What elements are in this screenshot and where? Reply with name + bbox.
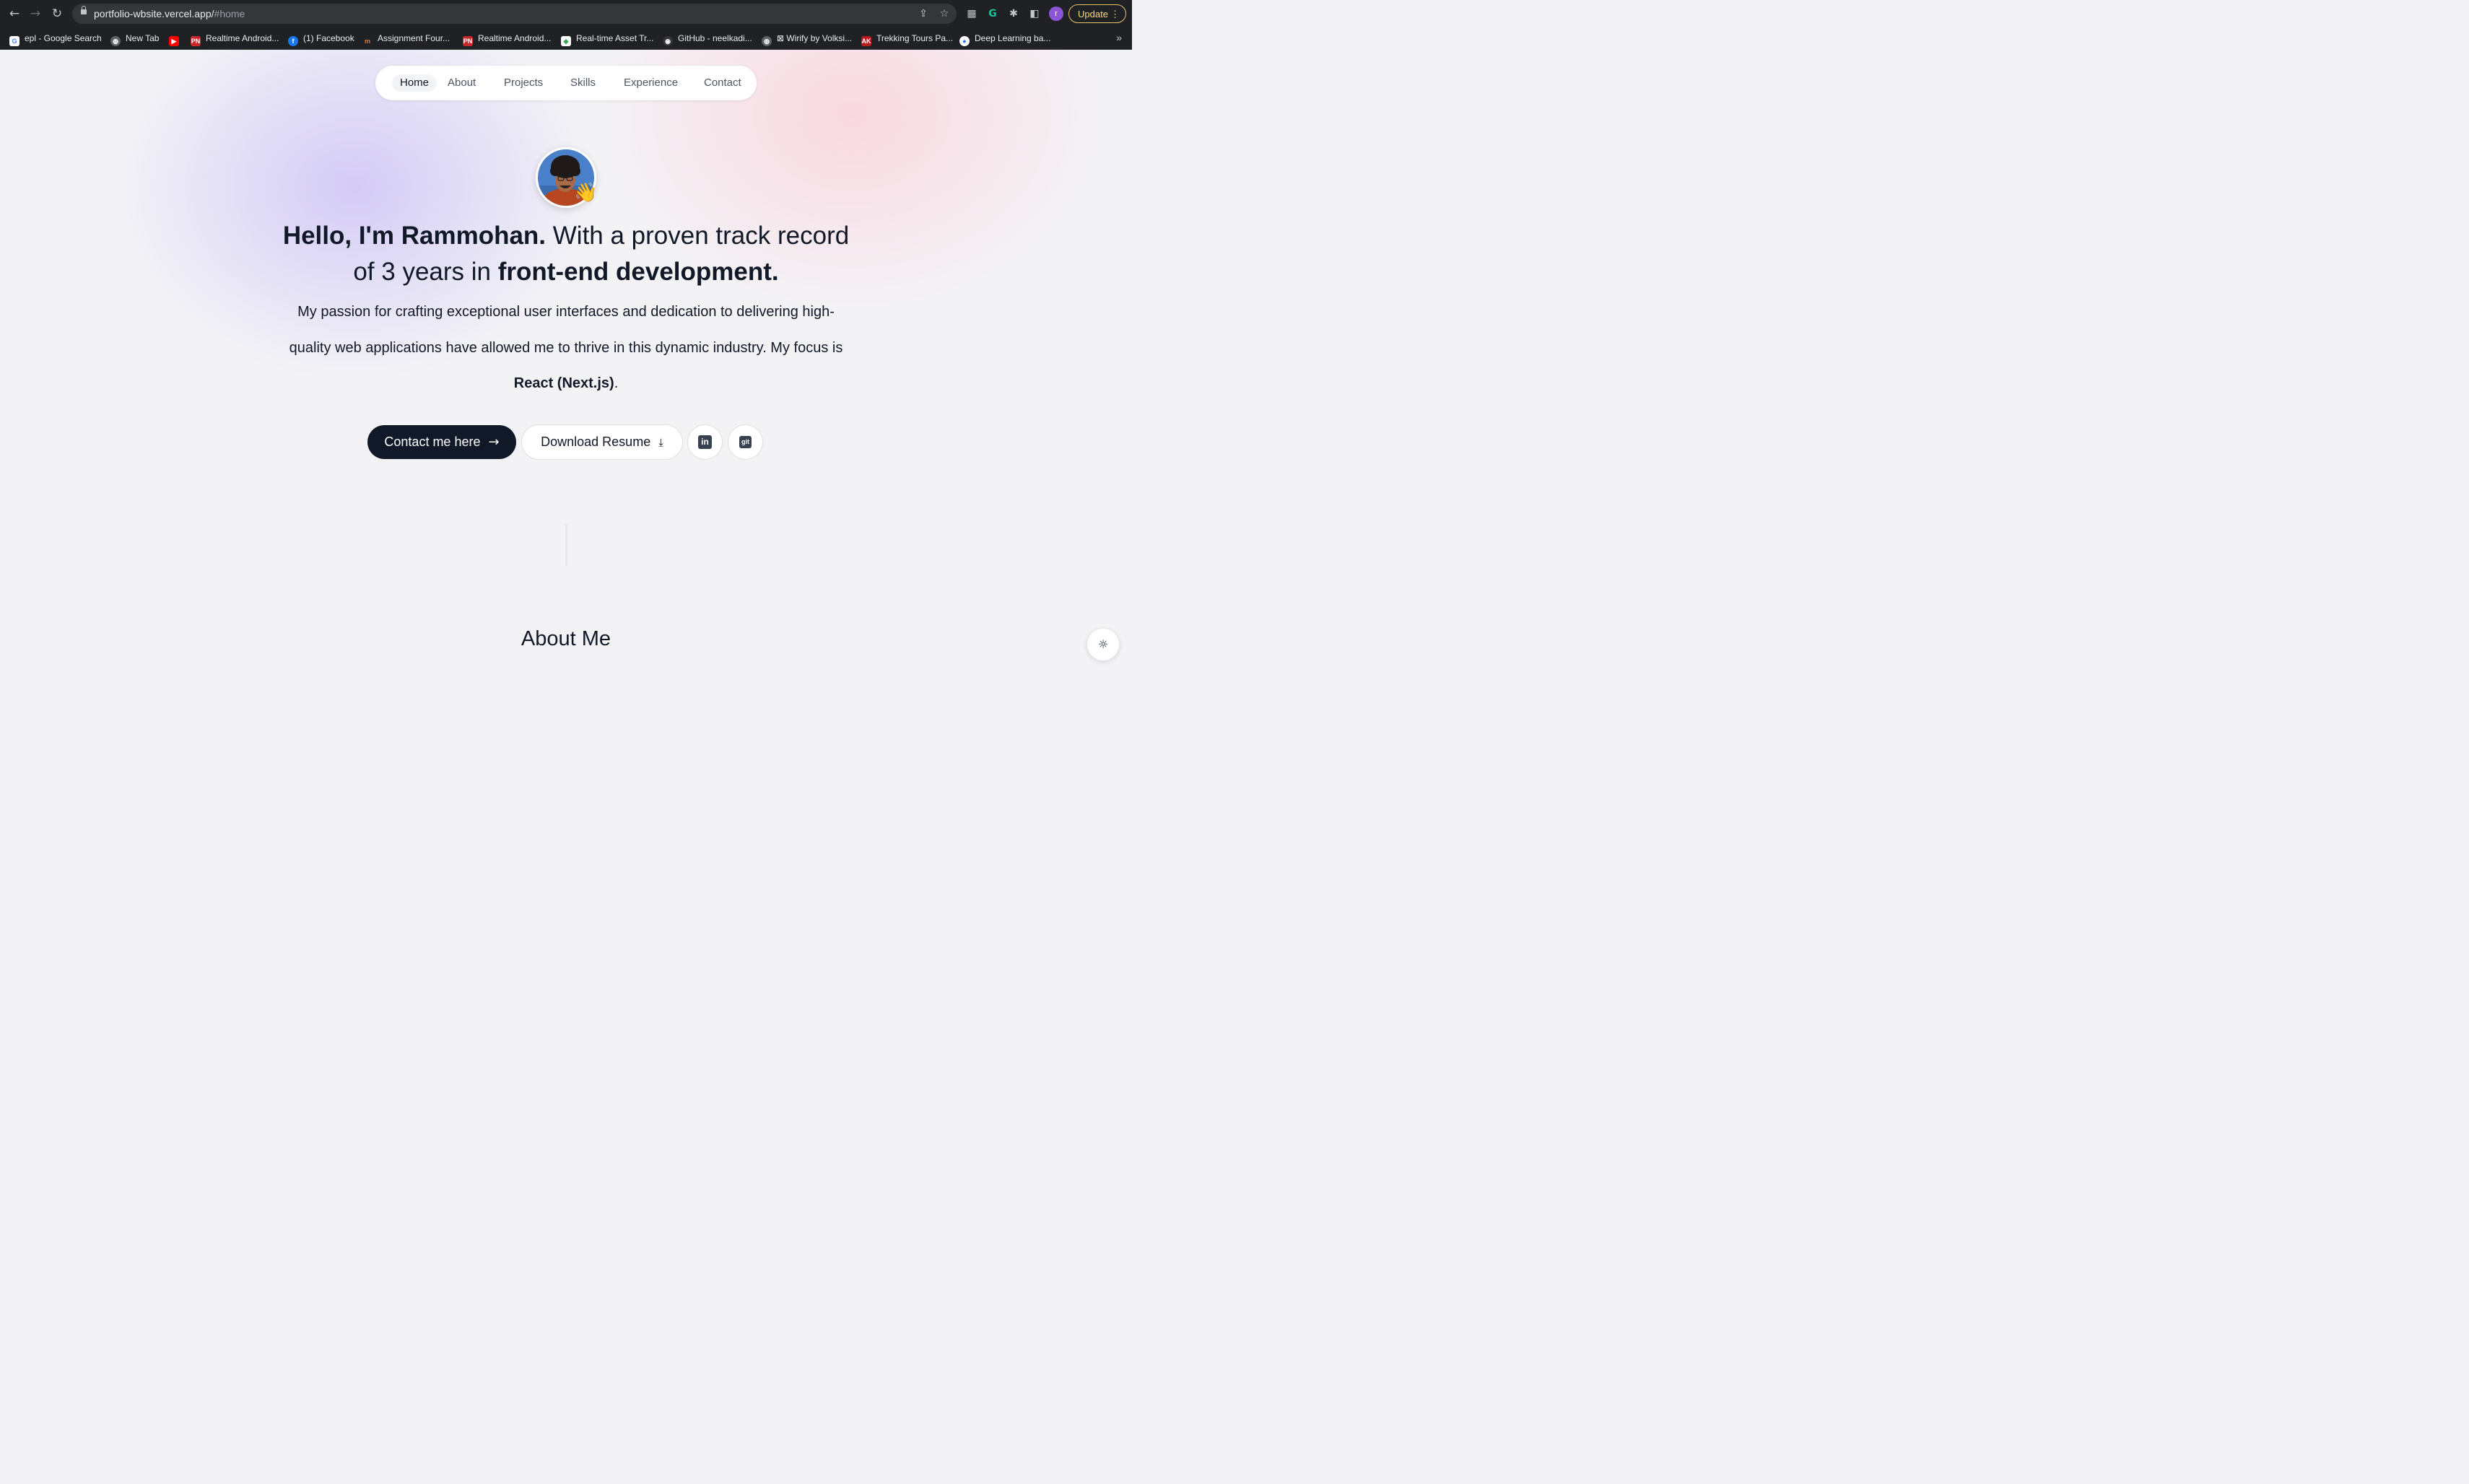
headline-emphasis: front-end development.: [497, 258, 779, 286]
bookmark-item[interactable]: ◍ New Tab: [110, 32, 160, 46]
share-icon[interactable]: ⇪: [917, 7, 930, 20]
back-icon[interactable]: ←: [6, 6, 22, 22]
google-icon: G: [9, 36, 19, 46]
description-text: My passion for crafting exceptional user…: [289, 304, 843, 356]
address-bar[interactable]: portfolio-wbsite.vercel.app/#home ⇪ ☆: [72, 4, 957, 24]
bookmark-item[interactable]: PN Realtime Android...: [463, 32, 552, 46]
git-icon: git: [739, 436, 752, 448]
nav-about[interactable]: About: [448, 74, 476, 92]
bookmark-label: Deep Learning ba...: [975, 33, 1051, 43]
bookmark-label: GitHub - neelkadi...: [678, 33, 752, 43]
pn-icon: PN: [463, 36, 473, 46]
hero-description: My passion for crafting exceptional user…: [277, 294, 855, 402]
bookmark-label: epl - Google Search: [25, 33, 102, 43]
ak-icon: AK: [861, 36, 871, 46]
bookmark-item[interactable]: ▶: [169, 32, 184, 46]
bookmark-star-icon[interactable]: ☆: [938, 7, 951, 20]
update-button[interactable]: Update ⋮: [1068, 4, 1126, 23]
bookmark-label: Realtime Android...: [206, 33, 279, 43]
bookmark-label: Trekking Tours Pa...: [876, 33, 954, 43]
download-icon: ⤓: [658, 436, 663, 449]
bookmarks-bar: Gepl - Google Search ◍ New Tab ▶ PN Realti…: [0, 27, 1132, 50]
bookmark-label: New Tab: [126, 33, 160, 43]
waving-hand-icon: 👋: [574, 182, 598, 204]
bookmark-label: (1) Facebook: [303, 33, 354, 43]
linkedin-icon: in: [698, 435, 712, 449]
url-host: portfolio-wbsite.vercel.app/: [94, 8, 214, 19]
globe-icon: ◍: [110, 36, 121, 46]
profile-avatar[interactable]: r: [1049, 6, 1063, 21]
sidebar-icon[interactable]: ◧: [1027, 6, 1042, 21]
browser-toolbar: ← → ↻ portfolio-wbsite.vercel.app/#home …: [0, 0, 1132, 27]
description-focus: React (Next.js): [513, 375, 614, 391]
bookmark-item[interactable]: ◍ ⊠ Wirify by Volksi...: [762, 32, 853, 46]
bookmark-item[interactable]: ◉ GitHub - neelkadi...: [663, 32, 752, 46]
bookmark-item[interactable]: m Assignment Four...: [362, 32, 450, 45]
deep-learning-icon: ●: [959, 36, 970, 46]
update-label: Update: [1078, 9, 1108, 19]
linkedin-button[interactable]: in: [688, 425, 722, 459]
lock-icon: [81, 6, 87, 14]
download-resume-button[interactable]: Download Resume ⤓: [522, 425, 682, 459]
youtube-icon: ▶: [169, 36, 179, 46]
asset-tracker-icon: ◆: [561, 36, 571, 46]
more-bookmarks-icon[interactable]: »: [1116, 32, 1122, 43]
grammarly-icon[interactable]: G: [985, 6, 1000, 21]
bookmark-item[interactable]: PN Realtime Android...: [191, 32, 279, 46]
description-end: .: [614, 375, 619, 391]
nav-projects[interactable]: Projects: [504, 74, 543, 92]
portfolio-page: Home About Projects Skills Experience Co…: [0, 50, 1132, 681]
contact-button[interactable]: Contact me here →: [367, 425, 516, 459]
bookmark-label: Realtime Android...: [478, 33, 552, 43]
globe-icon: ◍: [762, 36, 772, 46]
forward-icon[interactable]: →: [27, 6, 43, 22]
resume-button-label: Download Resume: [541, 435, 651, 449]
arrow-right-icon: →: [488, 435, 500, 450]
headline-name: Hello, I'm Rammohan.: [282, 222, 547, 250]
menu-icon: ⋮: [1110, 9, 1120, 19]
extensions-icon[interactable]: ✱: [1006, 6, 1021, 21]
about-section-title: About Me: [521, 627, 611, 650]
bookmark-item[interactable]: ◆ Real-time Asset Tr...: [561, 32, 654, 46]
bookmark-label: Real-time Asset Tr...: [576, 33, 654, 43]
reload-icon[interactable]: ↻: [49, 6, 65, 22]
bookmark-label: ⊠ Wirify by Volksi...: [777, 33, 853, 43]
github-icon: ◉: [663, 36, 673, 46]
pn-icon: PN: [191, 36, 201, 46]
bookmark-item[interactable]: ● Deep Learning ba...: [959, 32, 1051, 46]
nav-experience[interactable]: Experience: [624, 74, 678, 92]
main-nav: Home About Projects Skills Experience Co…: [375, 66, 757, 100]
bookmark-item[interactable]: f (1) Facebook: [288, 32, 354, 46]
nav-home[interactable]: Home: [392, 74, 437, 92]
contact-button-label: Contact me here: [384, 435, 481, 449]
facebook-icon: f: [288, 36, 298, 46]
url-path: #home: [214, 8, 245, 19]
url-text[interactable]: portfolio-wbsite.vercel.app/#home: [94, 8, 245, 19]
nav-contact[interactable]: Contact: [704, 74, 741, 92]
github-button[interactable]: git: [728, 425, 762, 459]
bookmark-item[interactable]: AK Trekking Tours Pa...: [861, 32, 954, 46]
assignment-icon: m: [364, 38, 370, 45]
theme-toggle-sun-icon[interactable]: ☼: [1087, 629, 1119, 660]
nav-skills[interactable]: Skills: [570, 74, 596, 92]
calculator-extension-icon[interactable]: ▦: [964, 6, 979, 21]
section-divider: [565, 524, 567, 566]
hero-headline: Hello, I'm Rammohan. With a proven track…: [277, 218, 855, 290]
bookmark-label: Assignment Four...: [378, 33, 450, 43]
bookmark-item[interactable]: Gepl - Google Search: [9, 32, 102, 46]
